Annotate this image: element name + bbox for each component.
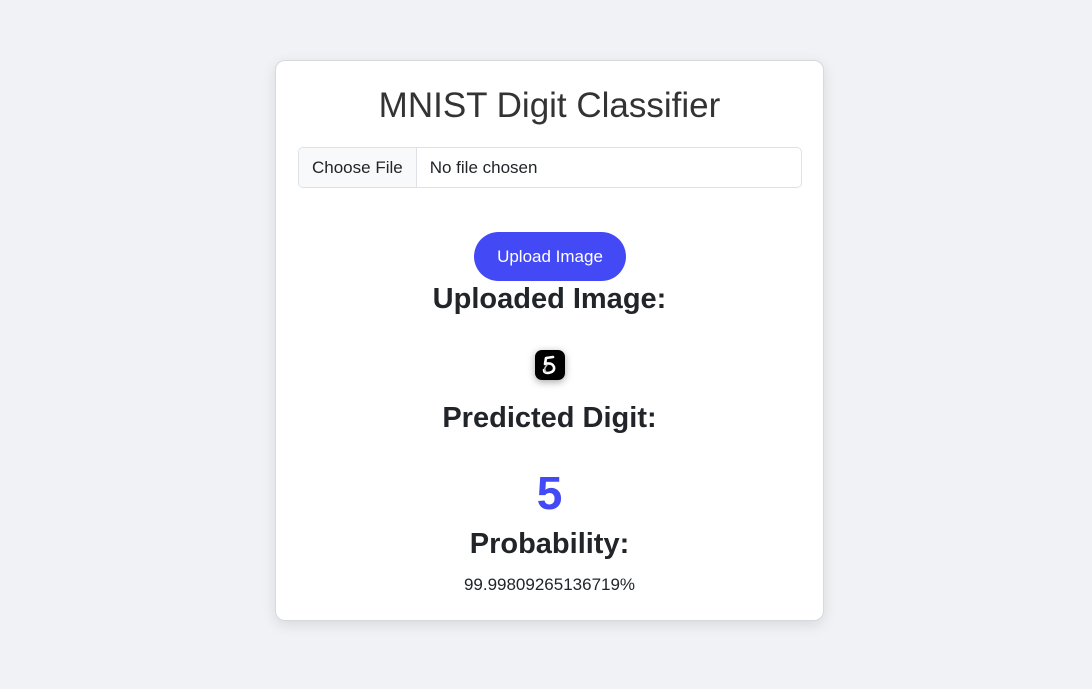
predicted-digit-value: 5 <box>536 467 563 519</box>
choose-file-button[interactable]: Choose File <box>299 148 417 187</box>
probability-heading: Probability: <box>469 528 630 560</box>
probability-value: 99.99809265136719% <box>463 575 636 594</box>
upload-image-button[interactable]: Upload Image <box>474 232 626 281</box>
page-title: MNIST Digit Classifier <box>378 86 721 125</box>
file-status-text: No file chosen <box>429 157 538 177</box>
predicted-digit-heading: Predicted Digit: <box>442 402 657 434</box>
uploaded-digit-image <box>535 350 565 380</box>
file-input[interactable]: Choose File No file chosen <box>298 147 802 188</box>
digit-thumbnail-graphic <box>542 355 556 375</box>
uploaded-image-heading: Uploaded Image: <box>432 283 667 315</box>
classifier-card: MNIST Digit Classifier Choose File No fi… <box>275 60 824 621</box>
